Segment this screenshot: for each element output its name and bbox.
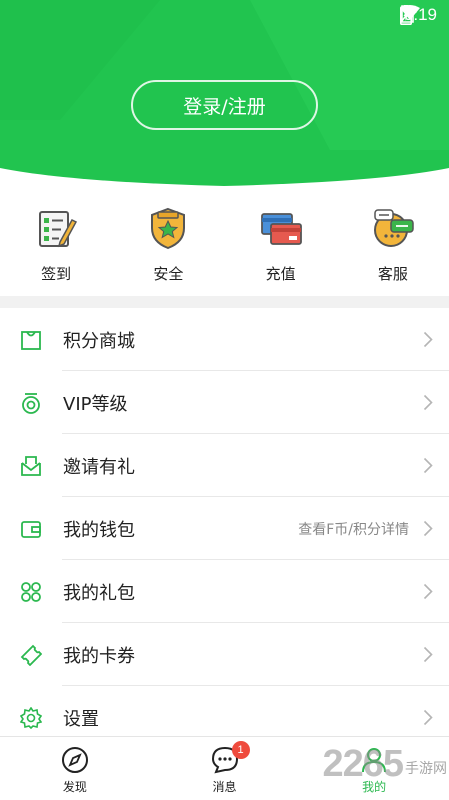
- menu-item-vip-level[interactable]: VIP等级: [0, 371, 449, 434]
- unread-badge: 1: [231, 741, 250, 759]
- chevron-right-icon: [423, 520, 433, 537]
- chevron-right-icon: [423, 331, 433, 348]
- menu-item-label: 积分商城: [63, 330, 135, 352]
- chevron-right-icon: [423, 583, 433, 600]
- ticket-icon: [19, 643, 43, 667]
- section-divider: [0, 296, 449, 308]
- chevron-right-icon: [423, 646, 433, 663]
- menu-item-label: 我的钱包: [63, 519, 135, 541]
- message-icon: 1: [210, 741, 250, 775]
- quick-action-label: 充值: [265, 265, 296, 283]
- chevron-right-icon: [423, 457, 433, 474]
- quick-action-label: 客服: [377, 265, 408, 283]
- menu-item-label: 我的礼包: [63, 582, 135, 604]
- recharge-card-icon: [258, 205, 304, 251]
- vip-medal-icon: [19, 391, 43, 415]
- menu-item-label: 我的卡券: [63, 645, 135, 667]
- bottom-navigation: 发现 1 消息 我的: [0, 736, 449, 800]
- profile-icon: [359, 745, 389, 775]
- quick-action-sign-in[interactable]: 签到: [0, 190, 112, 295]
- gift-pack-icon: [19, 580, 43, 604]
- chevron-right-icon: [423, 709, 433, 726]
- sign-in-clipboard-icon: [33, 205, 79, 251]
- menu-item-wallet[interactable]: 我的钱包 查看F币/积分详情: [0, 497, 449, 560]
- nav-tab-label: 我的: [362, 780, 387, 794]
- customer-service-icon: [370, 205, 416, 251]
- chevron-right-icon: [423, 394, 433, 411]
- security-badge-icon: [145, 205, 191, 251]
- menu-item-label: VIP等级: [63, 393, 128, 415]
- menu-list: 积分商城 VIP等级 邀请有礼 我的钱包 查看F币/积分详情 我的礼包 我的卡券…: [0, 308, 449, 749]
- nav-tab-label: 消息: [212, 780, 237, 794]
- wallet-details-link: 查看F币/积分详情: [298, 521, 409, 538]
- menu-item-coupons[interactable]: 我的卡券: [0, 623, 449, 686]
- shopping-bag-icon: [19, 328, 43, 352]
- battery-charging-icon: [399, 5, 412, 25]
- wallet-icon: [19, 517, 43, 541]
- status-bar: 9:19: [0, 0, 449, 32]
- nav-tab-label: 发现: [62, 780, 87, 794]
- menu-item-gift-pack[interactable]: 我的礼包: [0, 560, 449, 623]
- quick-action-recharge[interactable]: 充值: [225, 190, 337, 295]
- menu-item-points-mall[interactable]: 积分商城: [0, 308, 449, 371]
- quick-actions: 签到 安全 充值 客服: [0, 190, 449, 295]
- nav-tab-mine[interactable]: 我的: [299, 737, 449, 800]
- menu-item-label: 设置: [63, 708, 99, 730]
- menu-item-invite[interactable]: 邀请有礼: [0, 434, 449, 497]
- quick-action-label: 签到: [41, 265, 72, 283]
- invite-mail-icon: [19, 454, 43, 478]
- nav-tab-discover[interactable]: 发现: [0, 737, 150, 800]
- quick-action-security[interactable]: 安全: [112, 190, 224, 295]
- nav-tab-messages[interactable]: 1 消息: [150, 737, 300, 800]
- quick-action-label: 安全: [153, 265, 184, 283]
- menu-item-label: 邀请有礼: [63, 456, 135, 478]
- profile-header: 9:19 登录/注册: [0, 0, 449, 190]
- quick-action-customer-service[interactable]: 客服: [337, 190, 449, 295]
- compass-icon: [60, 745, 90, 775]
- login-register-button[interactable]: 登录/注册: [131, 80, 318, 130]
- settings-gear-icon: [19, 706, 43, 730]
